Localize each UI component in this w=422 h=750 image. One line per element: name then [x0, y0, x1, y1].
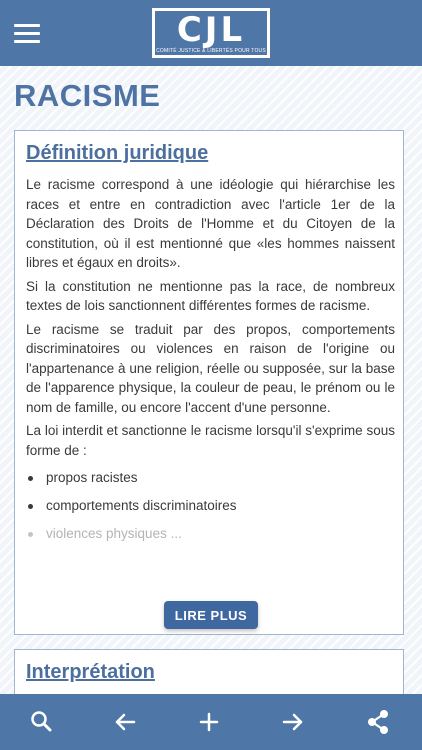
add-button[interactable] — [193, 706, 225, 738]
share-button[interactable] — [362, 706, 394, 738]
paragraph: Le racisme se traduit par des propos, co… — [26, 320, 395, 418]
forward-button[interactable] — [277, 706, 309, 738]
main-content[interactable]: RACISME Définition juridique Le racisme … — [0, 66, 422, 694]
back-button[interactable] — [109, 706, 141, 738]
list-item: propos racistes — [26, 464, 395, 492]
definition-card: Définition juridique Le racisme correspo… — [14, 130, 404, 635]
bottom-nav-bar — [0, 694, 422, 750]
share-icon — [362, 706, 394, 738]
paragraph: Le racisme correspond à une idéologie qu… — [26, 175, 395, 273]
logo-text: CJL — [155, 12, 267, 48]
list-item: comportements discriminatoires — [26, 492, 395, 520]
read-more-button[interactable]: LIRE PLUS — [164, 601, 258, 629]
top-app-bar: CJL COMITÉ JUSTICE & LIBERTÉS POUR TOUS — [0, 0, 422, 66]
section-body: Le racisme correspond à une idéologie qu… — [26, 175, 395, 548]
search-button[interactable] — [26, 706, 58, 738]
app-logo[interactable]: CJL COMITÉ JUSTICE & LIBERTÉS POUR TOUS — [152, 8, 270, 58]
page-title: RACISME — [14, 78, 160, 114]
search-icon — [26, 706, 58, 738]
menu-icon[interactable] — [14, 24, 40, 44]
section-title[interactable]: Interprétation — [26, 661, 155, 684]
arrow-left-icon — [109, 706, 141, 738]
paragraph: La loi interdit et sanctionne le racisme… — [26, 421, 395, 460]
bullet-list: propos racistes comportements discrimina… — [26, 464, 395, 548]
plus-icon — [193, 706, 225, 738]
paragraph: Si la constitution ne mentionne pas la r… — [26, 277, 395, 316]
arrow-right-icon — [277, 706, 309, 738]
interpretation-card: Interprétation — [14, 649, 404, 694]
section-title[interactable]: Définition juridique — [26, 142, 208, 165]
list-item: violences physiques ... — [26, 520, 395, 548]
logo-tagline: COMITÉ JUSTICE & LIBERTÉS POUR TOUS — [155, 48, 267, 55]
